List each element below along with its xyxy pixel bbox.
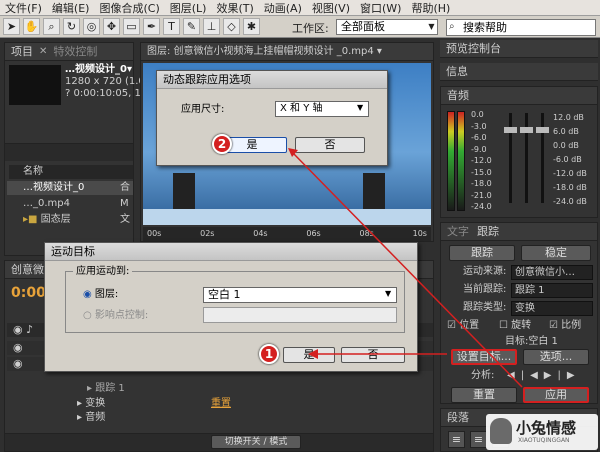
step-1-marker: 1 [259,344,279,364]
watermark-brand: 小兔情感 [516,419,577,437]
rabbit-logo-icon [490,418,512,444]
watermark: 小兔情感 XIAOTUQINGGAN [486,414,598,450]
annotation-arrows [288,148,523,388]
watermark-url: XIAOTUQINGGAN [518,437,570,444]
annotation-arrow [291,151,523,388]
arrowhead-icon [308,349,318,359]
step-2-marker: 2 [212,134,232,154]
